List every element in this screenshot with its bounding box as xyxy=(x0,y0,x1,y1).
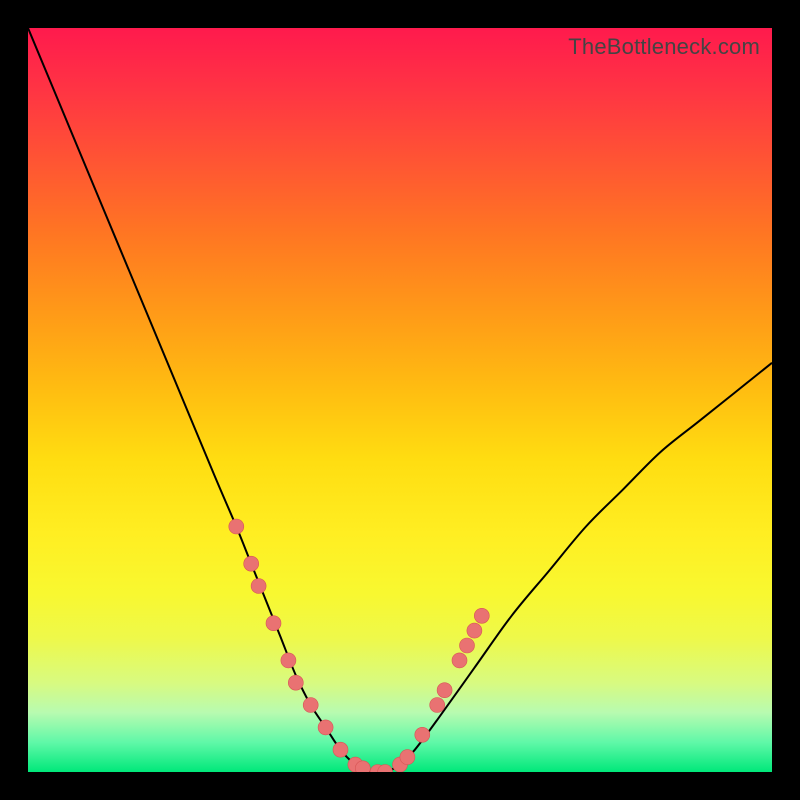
marker-dot xyxy=(460,638,475,653)
marker-dot xyxy=(378,765,393,773)
marker-dot xyxy=(393,757,408,772)
marker-dot xyxy=(437,683,452,698)
marker-dot xyxy=(467,623,482,638)
marker-dot xyxy=(348,757,363,772)
watermark-text: TheBottleneck.com xyxy=(568,34,760,60)
marker-dot xyxy=(266,616,281,631)
marker-dot xyxy=(333,742,348,757)
marker-dot xyxy=(244,556,259,571)
marker-dot xyxy=(288,675,303,690)
marker-dot xyxy=(370,765,385,773)
bottleneck-curve xyxy=(28,28,772,772)
marker-dot xyxy=(355,761,370,772)
marker-dot xyxy=(415,727,430,742)
plot-area: TheBottleneck.com xyxy=(28,28,772,772)
marker-dot xyxy=(452,653,467,668)
curve-markers xyxy=(229,519,490,772)
curve-svg xyxy=(28,28,772,772)
chart-frame: TheBottleneck.com xyxy=(0,0,800,800)
marker-dot xyxy=(474,608,489,623)
marker-dot xyxy=(318,720,333,735)
marker-dot xyxy=(303,698,318,713)
marker-dot xyxy=(229,519,244,534)
marker-dot xyxy=(400,750,415,765)
marker-dot xyxy=(251,579,266,594)
marker-dot xyxy=(281,653,296,668)
marker-dot xyxy=(430,698,445,713)
